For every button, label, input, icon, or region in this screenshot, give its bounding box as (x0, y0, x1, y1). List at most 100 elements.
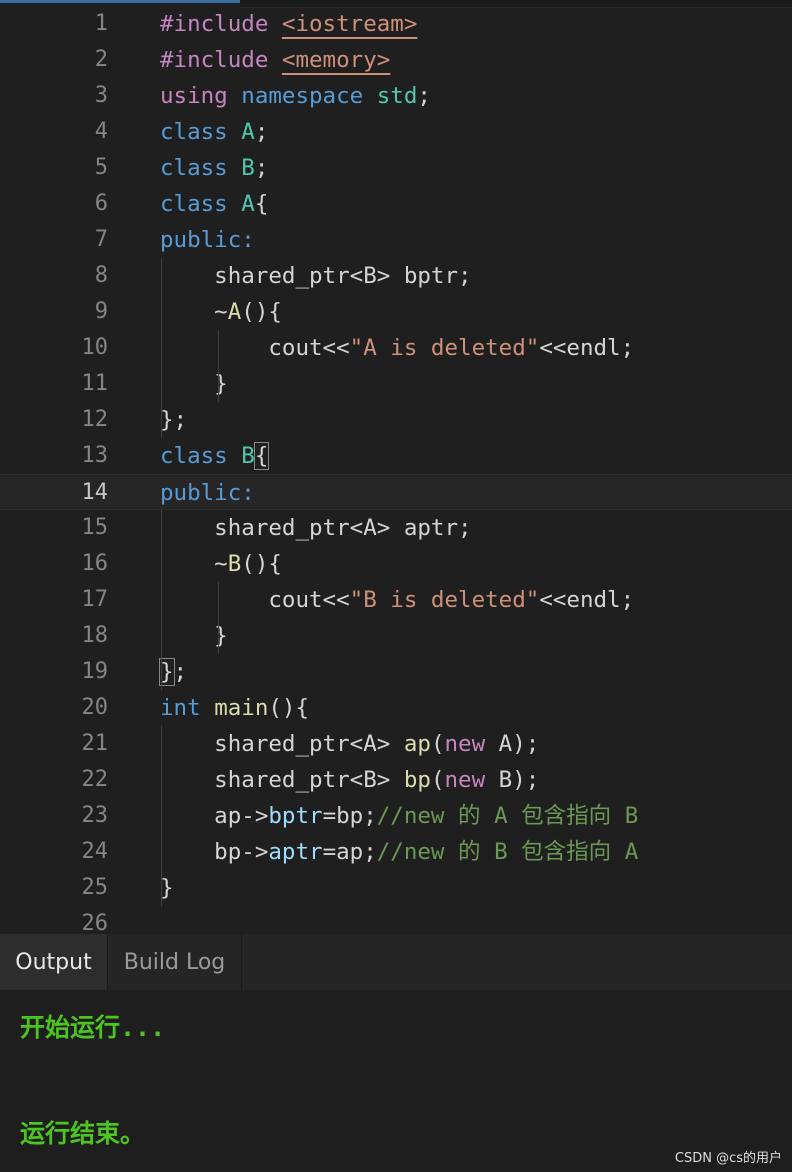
code-token: A); (485, 731, 540, 757)
code-token: new (444, 767, 486, 793)
code-token: ; (254, 155, 269, 181)
code-token: =ap; (322, 839, 377, 865)
code-line[interactable]: 7 public: (0, 222, 792, 258)
code-line[interactable]: 15 shared_ptr<A> aptr; (0, 510, 792, 546)
code-token: =bp; (322, 803, 377, 829)
line-source[interactable]: }; (159, 654, 187, 690)
line-number: 14 (81, 480, 109, 505)
code-line[interactable]: 4 class A; (0, 114, 792, 150)
code-line[interactable]: 19}; (0, 654, 792, 690)
code-token: shared_ptr<A> (160, 731, 404, 757)
line-source[interactable]: ~A(){ (160, 294, 282, 330)
line-number: 18 (81, 623, 109, 648)
line-source[interactable]: class B{ (160, 438, 270, 474)
code-line[interactable]: 6 class A{ (0, 186, 792, 222)
indent-guide (161, 510, 162, 690)
code-token: (){ (268, 695, 310, 721)
line-source[interactable]: cout<<"B is deleted"<<endl; (160, 582, 634, 618)
tab-build-log[interactable]: Build Log (108, 934, 242, 990)
line-source[interactable]: public: (160, 475, 255, 511)
line-number: 26 (81, 911, 109, 934)
code-token: shared_ptr<B> bptr; (160, 263, 472, 289)
line-source[interactable]: shared_ptr<A> aptr; (160, 510, 471, 546)
code-line[interactable]: 24 bp->aptr=ap;//new 的 B 包含指向 A (0, 834, 792, 870)
line-source[interactable]: shared_ptr<A> ap(new A); (160, 726, 539, 762)
line-number: 12 (81, 407, 109, 432)
line-source[interactable]: } (160, 870, 174, 906)
tab-output[interactable]: Output (0, 934, 108, 990)
code-token: } (160, 875, 174, 901)
line-source[interactable]: class A{ (160, 186, 268, 222)
code-editor[interactable]: 1 #include <iostream> 2 #include <memory> 3 u… (0, 0, 792, 934)
code-line[interactable]: 2 #include <memory> (0, 42, 792, 78)
line-number: 19 (81, 659, 109, 684)
code-token: #include (160, 47, 269, 73)
code-line[interactable]: 8 shared_ptr<B> bptr; (0, 258, 792, 294)
line-source[interactable]: shared_ptr<B> bp(new B); (160, 762, 539, 798)
code-line[interactable]: 17 cout<<"B is deleted"<<endl; (0, 582, 792, 618)
code-token: class (160, 155, 228, 181)
code-line[interactable]: 16 ~B(){ (0, 546, 792, 582)
line-number: 5 (94, 155, 108, 180)
code-line[interactable]: 11 } (0, 366, 792, 402)
indent-guide (218, 582, 219, 654)
code-token: ; (417, 83, 431, 109)
code-line[interactable]: 5 class B; (0, 150, 792, 186)
line-source[interactable]: class B; (160, 150, 268, 186)
line-source[interactable]: ~B(){ (160, 546, 282, 582)
code-line[interactable]: 21 shared_ptr<A> ap(new A); (0, 726, 792, 762)
line-source[interactable]: ap->bptr=bp;//new 的 A 包含指向 B (160, 798, 638, 834)
code-line[interactable]: 9 ~A(){ (0, 294, 792, 330)
code-token: cout<< (160, 587, 350, 613)
line-source[interactable]: using namespace std; (160, 78, 431, 114)
line-source[interactable]: int main(){ (160, 690, 309, 726)
code-token: }; (160, 407, 188, 433)
output-panel: 开始运行... 运行结束。 (0, 990, 792, 1172)
code-token: A (241, 191, 255, 217)
code-line[interactable]: 18 } (0, 618, 792, 654)
line-number: 17 (81, 587, 109, 612)
code-token: using (160, 83, 228, 109)
line-number: 10 (81, 335, 109, 360)
code-token: ~ (160, 299, 228, 325)
line-number: 11 (81, 371, 109, 396)
line-source[interactable]: #include <iostream> (160, 6, 417, 42)
line-number: 6 (94, 191, 108, 216)
code-line[interactable]: 14 public: (0, 474, 792, 510)
code-token: A (241, 119, 255, 145)
code-token: ( (430, 767, 445, 793)
code-token: bp-> (160, 839, 269, 865)
line-source[interactable]: }; (160, 402, 187, 438)
line-number: 3 (94, 83, 108, 108)
code-line[interactable]: 23 ap->bptr=bp;//new 的 A 包含指向 B (0, 798, 792, 834)
line-number: 8 (94, 263, 108, 288)
code-token: <memory> (281, 47, 391, 73)
code-line[interactable]: 10 cout<<"A is deleted"<<endl; (0, 330, 792, 366)
code-token: } (159, 658, 175, 686)
line-source[interactable]: cout<<"A is deleted"<<endl; (160, 330, 634, 366)
indent-guide (161, 726, 162, 906)
code-line[interactable]: 3 using namespace std; (0, 78, 792, 114)
line-source[interactable]: bp->aptr=ap;//new 的 B 包含指向 A (160, 834, 638, 870)
code-line[interactable]: 22 shared_ptr<B> bp(new B); (0, 762, 792, 798)
code-line[interactable]: 1 #include <iostream> (0, 6, 792, 42)
code-line[interactable]: 25} (0, 870, 792, 906)
code-token: shared_ptr<B> (160, 767, 404, 793)
editor-tab-accent (0, 0, 240, 3)
code-token: <<endl; (539, 587, 635, 613)
line-source[interactable]: class A; (160, 114, 268, 150)
line-number: 24 (81, 839, 109, 864)
code-token: B); (485, 767, 540, 793)
code-line[interactable]: 13 class B{ (0, 438, 792, 474)
code-line[interactable]: 12}; (0, 402, 792, 438)
line-source[interactable]: #include <memory> (160, 42, 390, 78)
line-number: 23 (81, 803, 109, 828)
line-source[interactable]: public: (160, 222, 255, 258)
code-line[interactable]: 26 (0, 906, 792, 934)
line-source[interactable]: shared_ptr<B> bptr; (160, 258, 472, 294)
code-line[interactable]: 20 int main(){ (0, 690, 792, 726)
